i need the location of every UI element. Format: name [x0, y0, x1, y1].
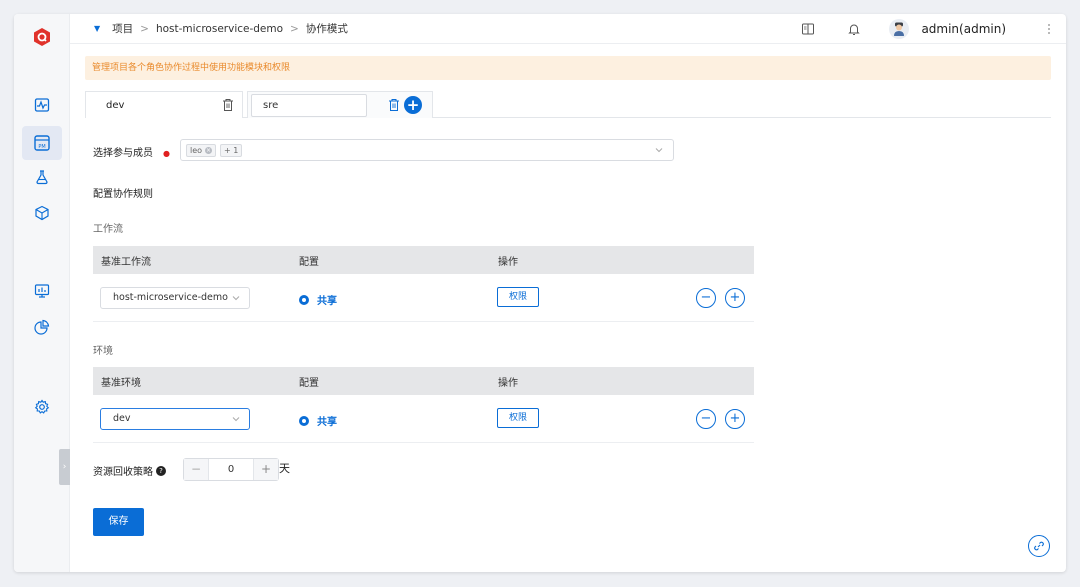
- more-vertical-icon[interactable]: [1042, 22, 1056, 36]
- monitor-chart-icon[interactable]: [31, 280, 53, 302]
- notice-banner: 管理项目各个角色协作过程中使用功能模块和权限: [85, 56, 1051, 80]
- required-mark: ●: [163, 149, 170, 158]
- chevron-down-icon[interactable]: [232, 294, 240, 302]
- decrement-button[interactable]: −: [184, 459, 208, 480]
- app-window: PM › ▼ 项目 > host-microservice-demo > 协作模…: [14, 14, 1066, 572]
- recycle-label: 资源回收策略 ?: [93, 463, 166, 478]
- members-label: 选择参与成员 ●: [93, 144, 170, 159]
- flask-icon[interactable]: [31, 166, 53, 188]
- permission-button[interactable]: 权限: [497, 408, 539, 428]
- share-radio[interactable]: 共享: [299, 292, 337, 307]
- members-select[interactable]: leo × + 1: [180, 139, 674, 161]
- column-header: 基准工作流: [101, 256, 151, 268]
- remove-row-button[interactable]: −: [696, 409, 716, 429]
- breadcrumb-page: 协作模式: [305, 23, 348, 35]
- tab-label: dev: [106, 99, 125, 111]
- environment-title: 环境: [93, 346, 113, 357]
- column-header: 配置: [299, 377, 319, 389]
- tab-name-input[interactable]: sre: [251, 93, 367, 117]
- select-value: dev: [113, 413, 131, 424]
- workflow-table: 基准工作流 配置 操作 host-microservice-demo 共享 权限…: [93, 246, 754, 322]
- member-chip-label: leo: [190, 145, 203, 155]
- bell-icon[interactable]: [847, 22, 861, 36]
- workflow-title: 工作流: [93, 224, 123, 235]
- trash-icon[interactable]: [222, 98, 234, 112]
- book-icon[interactable]: [801, 22, 815, 36]
- column-header: 操作: [498, 377, 518, 389]
- increment-button[interactable]: +: [254, 459, 278, 480]
- member-more-chip[interactable]: + 1: [220, 143, 243, 157]
- add-row-button[interactable]: +: [725, 409, 745, 429]
- breadcrumb-project[interactable]: host-microservice-demo: [156, 23, 283, 35]
- member-chip[interactable]: leo ×: [186, 143, 217, 157]
- add-row-button[interactable]: +: [725, 288, 745, 308]
- tab-dev[interactable]: dev: [85, 91, 243, 118]
- column-header: 配置: [299, 256, 319, 268]
- gear-icon[interactable]: [31, 396, 53, 418]
- help-icon[interactable]: ?: [156, 465, 166, 476]
- package-icon[interactable]: [31, 202, 53, 224]
- table-row: dev 共享 权限 − +: [93, 395, 754, 443]
- rules-title: 配置协作规则: [93, 189, 153, 200]
- unit-label: 天: [279, 462, 290, 475]
- sidebar-toggle[interactable]: ›: [59, 449, 70, 485]
- permission-button[interactable]: 权限: [497, 287, 539, 307]
- pie-chart-icon[interactable]: [31, 316, 53, 338]
- sidebar: PM ›: [14, 14, 70, 572]
- breadcrumb-separator: >: [140, 22, 149, 35]
- header: ▼ 项目 > host-microservice-demo > 协作模式 adm…: [70, 14, 1066, 44]
- members-label-text: 选择参与成员: [93, 148, 153, 159]
- radio-label: 共享: [317, 296, 337, 307]
- column-header: 基准环境: [101, 377, 141, 389]
- save-button[interactable]: 保存: [93, 508, 144, 536]
- environment-table: 基准环境 配置 操作 dev 共享 权限 − +: [93, 367, 754, 443]
- table-header: 基准环境 配置 操作: [93, 367, 754, 395]
- trash-icon[interactable]: [388, 98, 400, 112]
- avatar[interactable]: [889, 19, 910, 39]
- svg-text:PM: PM: [38, 144, 45, 150]
- base-environment-select[interactable]: dev: [100, 408, 250, 430]
- pm-icon[interactable]: PM: [22, 126, 62, 160]
- recycle-days-input[interactable]: 0: [208, 459, 254, 480]
- link-icon[interactable]: [1028, 535, 1050, 557]
- add-tab-button[interactable]: +: [404, 96, 422, 114]
- column-header: 操作: [498, 256, 518, 268]
- radio-dot: [299, 294, 309, 305]
- select-value: host-microservice-demo: [113, 292, 228, 303]
- radio-label: 共享: [317, 417, 337, 428]
- caret-down-icon[interactable]: ▼: [94, 24, 100, 33]
- table-row: host-microservice-demo 共享 权限 − +: [93, 274, 754, 322]
- base-workflow-select[interactable]: host-microservice-demo: [100, 287, 250, 309]
- recycle-days-stepper: − 0 +: [183, 458, 279, 481]
- recycle-label-text: 资源回收策略: [93, 467, 153, 478]
- breadcrumb: ▼ 项目 > host-microservice-demo > 协作模式: [94, 21, 348, 36]
- remove-row-button[interactable]: −: [696, 288, 716, 308]
- chevron-down-icon[interactable]: [232, 415, 240, 423]
- close-icon[interactable]: ×: [205, 146, 213, 154]
- table-header: 基准工作流 配置 操作: [93, 246, 754, 274]
- breadcrumb-separator: >: [290, 22, 299, 35]
- share-radio[interactable]: 共享: [299, 413, 337, 428]
- user-name[interactable]: admin(admin): [921, 22, 1006, 36]
- role-tabs: dev sre +: [85, 91, 1051, 118]
- logo[interactable]: [31, 26, 53, 48]
- breadcrumb-root[interactable]: 项目: [112, 21, 133, 36]
- pulse-icon[interactable]: [31, 94, 53, 116]
- chevron-down-icon[interactable]: [655, 146, 663, 154]
- radio-dot: [299, 415, 309, 426]
- header-actions: admin(admin): [801, 14, 1066, 44]
